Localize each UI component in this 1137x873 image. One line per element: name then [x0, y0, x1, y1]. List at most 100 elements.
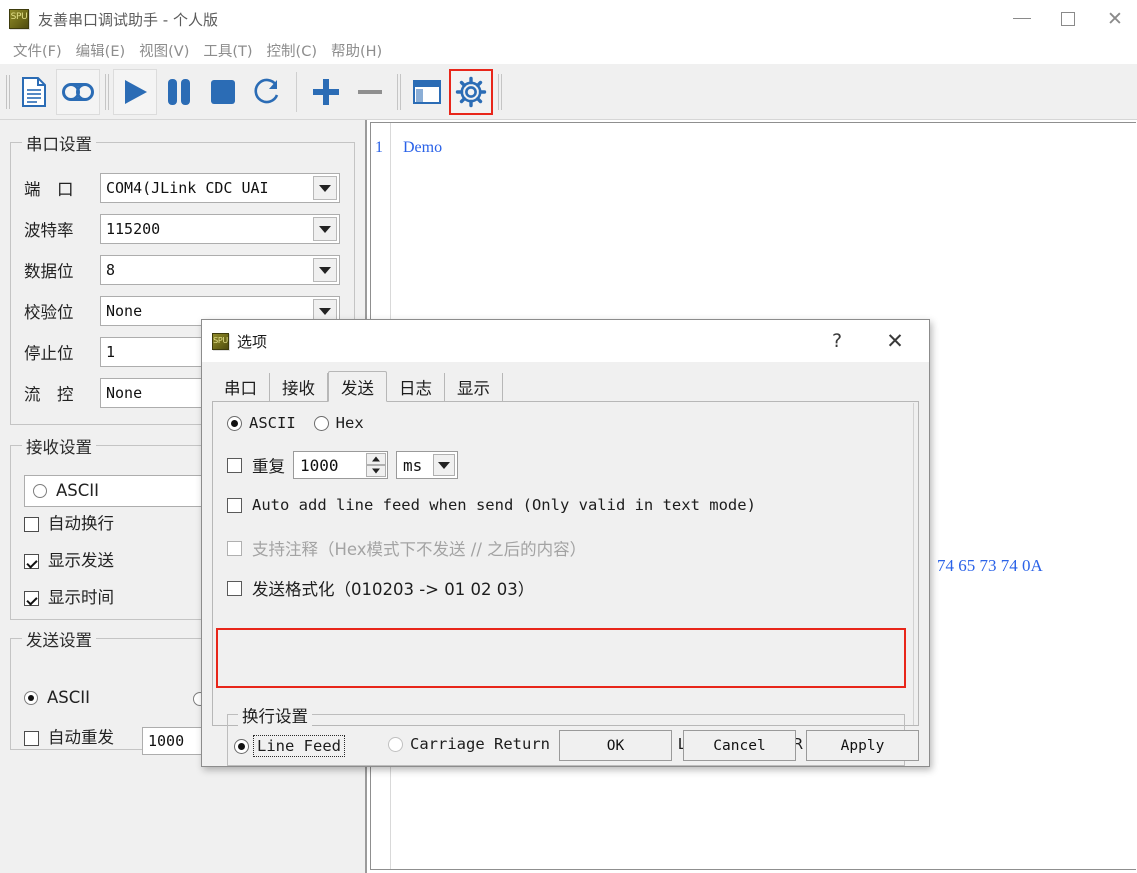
chevron-down-icon[interactable]: [313, 258, 337, 282]
toolbar: [0, 64, 1137, 120]
hex-dump-text: 74 65 73 74 0A: [937, 556, 1043, 576]
stepper-down-icon[interactable]: [366, 465, 386, 477]
tab-send[interactable]: 发送: [328, 371, 387, 402]
menu-control[interactable]: 控制(C): [260, 40, 324, 61]
cancel-button[interactable]: Cancel: [683, 730, 796, 761]
send-mode-ascii[interactable]: ASCII: [24, 690, 90, 707]
receive-mode-ascii[interactable]: ASCII: [33, 483, 99, 500]
toolbar-separator: [105, 72, 108, 112]
auto-line-feed-row[interactable]: Auto add line feed when send (Only valid…: [227, 496, 756, 514]
remove-button[interactable]: [348, 69, 392, 115]
chevron-down-icon[interactable]: [433, 454, 455, 476]
menu-help[interactable]: 帮助(H): [324, 40, 389, 61]
record-button[interactable]: [56, 69, 100, 115]
field-baudrate: 波特率 115200: [24, 214, 340, 244]
repeat-unit-combobox[interactable]: ms: [396, 451, 458, 479]
apply-button[interactable]: Apply: [806, 730, 919, 761]
minus-icon: [355, 77, 385, 107]
port-value: COM4(JLink CDC UAI: [101, 179, 269, 197]
menu-file[interactable]: 文件(F): [6, 40, 69, 61]
send-ascii-radio[interactable]: [24, 691, 38, 705]
receive-settings-title: 接收设置: [22, 434, 96, 458]
chevron-down-icon[interactable]: [313, 176, 337, 200]
field-parity-label: 校验位: [24, 299, 100, 323]
databits-combobox[interactable]: 8: [100, 255, 340, 285]
stepper-buttons[interactable]: [366, 453, 386, 477]
play-button[interactable]: [113, 69, 157, 115]
showtime-checkbox[interactable]: [24, 591, 39, 606]
ok-button[interactable]: OK: [559, 730, 672, 761]
tab-log[interactable]: 日志: [387, 373, 445, 401]
repeat-interval-value: 1000: [294, 456, 339, 475]
format-hex-radio[interactable]: [314, 416, 329, 431]
baudrate-combobox[interactable]: 115200: [100, 214, 340, 244]
format-send-checkbox[interactable]: [227, 581, 242, 596]
receive-option-showsend[interactable]: 显示发送: [24, 553, 114, 570]
window-title: 友善串口调试助手 - 个人版: [38, 9, 218, 30]
port-combobox[interactable]: COM4(JLink CDC UAI: [100, 173, 340, 203]
play-icon: [120, 77, 150, 107]
add-button[interactable]: [304, 69, 348, 115]
repeat-label: 重复: [252, 453, 285, 477]
format-hex-label: Hex: [336, 414, 364, 432]
field-baudrate-label: 波特率: [24, 217, 100, 241]
field-port-label: 端 口: [24, 176, 100, 200]
format-ascii-radio[interactable]: [227, 416, 242, 431]
tab-serial[interactable]: 串口: [212, 373, 270, 401]
menu-view[interactable]: 视图(V): [132, 40, 196, 61]
menu-tools[interactable]: 工具(T): [196, 40, 259, 61]
comment-support-row[interactable]: 支持注释（Hex模式下不发送 // 之后的内容）: [227, 536, 586, 560]
receive-option-showtime[interactable]: 显示时间: [24, 590, 114, 607]
refresh-button[interactable]: [245, 69, 289, 115]
help-button[interactable]: ?: [823, 328, 851, 354]
repeat-unit-value: ms: [397, 456, 422, 475]
stop-button[interactable]: [201, 69, 245, 115]
plus-icon: [311, 77, 341, 107]
auto-line-feed-label: Auto add line feed when send (Only valid…: [252, 496, 756, 514]
window-layout-button[interactable]: [405, 69, 449, 115]
app-icon-label: SPU: [10, 13, 28, 22]
showsend-checkbox[interactable]: [24, 554, 39, 569]
chevron-down-icon[interactable]: [313, 217, 337, 241]
stop-icon: [209, 78, 237, 106]
close-button[interactable]: ✕: [1091, 0, 1137, 38]
receive-ascii-radio[interactable]: [33, 484, 47, 498]
newline-settings-title: 换行设置: [238, 703, 312, 727]
parity-value: None: [101, 302, 142, 320]
pause-button[interactable]: [157, 69, 201, 115]
new-document-button[interactable]: [12, 69, 56, 115]
comment-support-label: 支持注释（Hex模式下不发送 // 之后的内容）: [252, 536, 586, 560]
format-send-row[interactable]: 发送格式化（010203 -> 01 02 03）: [227, 576, 534, 600]
record-icon: [61, 81, 95, 103]
toolbar-grip[interactable]: [4, 72, 12, 112]
dialog-title: 选项: [237, 331, 267, 352]
app-icon: SPU: [9, 9, 29, 29]
flowcontrol-value: None: [101, 384, 142, 402]
send-auto-resend-row[interactable]: 自动重发: [24, 730, 114, 747]
settings-button[interactable]: [449, 69, 493, 115]
receive-option-autowrap[interactable]: 自动换行: [24, 516, 114, 533]
tab-receive[interactable]: 接收: [270, 373, 328, 401]
field-databits: 数据位 8: [24, 255, 340, 285]
stepper-up-icon[interactable]: [366, 453, 386, 465]
format-ascii-label: ASCII: [249, 414, 296, 432]
auto-resend-checkbox[interactable]: [24, 731, 39, 746]
dialog-app-icon-label: SPU: [213, 336, 228, 345]
field-flowcontrol-label: 流 控: [24, 381, 100, 405]
minimize-button[interactable]: [999, 0, 1045, 38]
dialog-close-button[interactable]: ✕: [881, 328, 909, 354]
field-port: 端 口 COM4(JLink CDC UAI: [24, 173, 340, 203]
repeat-interval-stepper[interactable]: 1000: [293, 451, 388, 479]
dialog-scrollbar[interactable]: [913, 403, 917, 725]
send-format-row: ASCII Hex: [227, 414, 364, 432]
baudrate-value: 115200: [101, 220, 160, 238]
send-ascii-label: ASCII: [47, 690, 90, 707]
autowrap-checkbox[interactable]: [24, 517, 39, 532]
maximize-button[interactable]: [1045, 0, 1091, 38]
receive-ascii-label: ASCII: [56, 483, 99, 500]
auto-line-feed-checkbox[interactable]: [227, 498, 242, 513]
menu-edit[interactable]: 编辑(E): [69, 40, 132, 61]
tab-display[interactable]: 显示: [445, 373, 503, 401]
comment-support-checkbox[interactable]: [227, 541, 242, 556]
repeat-checkbox[interactable]: [227, 458, 242, 473]
